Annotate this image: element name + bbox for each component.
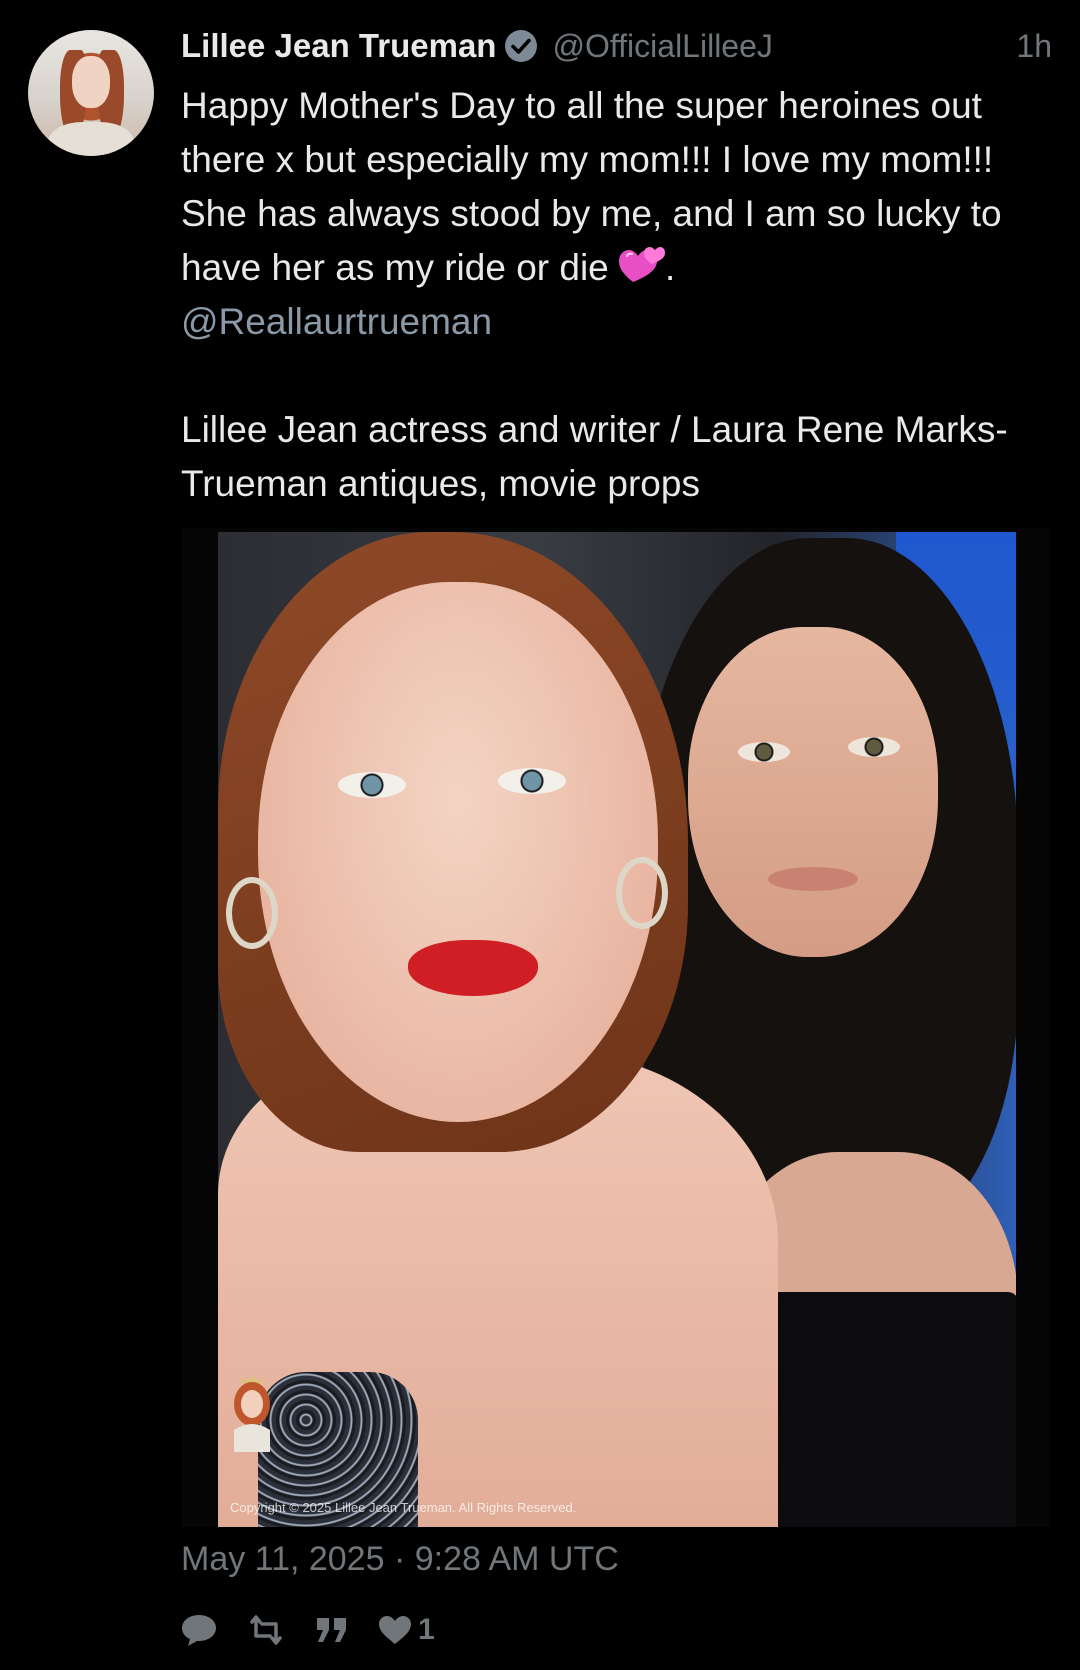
photo-earring-right [616,857,668,929]
tweet-text-paragraph-1: Happy Mother's Day to all the super hero… [181,79,1061,295]
action-bar: 1 [180,1610,463,1650]
watermark-text: Copyright © 2025 Lillee Jean Trueman. Al… [230,1500,577,1515]
verified-badge-icon [504,29,538,63]
photo-person-1-eye-left [338,772,406,798]
tweet-body: Happy Mother's Day to all the super hero… [181,79,1061,511]
photo-person-2-eye-right [848,737,900,757]
photo-earring-left [226,877,278,949]
tweet-text-period: . [665,247,676,288]
retweet-icon [250,1615,282,1645]
reply-button[interactable] [180,1612,218,1648]
photo-person-1-lips [408,940,538,996]
like-button[interactable]: 1 [378,1613,435,1647]
photo-person-2-top [738,1292,1016,1527]
quote-button[interactable] [314,1615,350,1645]
mention-link[interactable]: @Reallaurtrueman [181,301,492,342]
tweet-photo[interactable]: Copyright © 2025 Lillee Jean Trueman. Al… [181,528,1050,1527]
photo-person-1-face [258,582,658,1122]
tweet-text-main: Happy Mother's Day to all the super hero… [181,85,1002,288]
photo-image: Copyright © 2025 Lillee Jean Trueman. Al… [218,532,1016,1527]
photo-person-2-eye-left [738,742,790,762]
photo-person-2-lips [768,867,858,891]
tweet-header: Lillee Jean Trueman @OfficialLilleeJ 1h [181,22,1052,70]
time-ago[interactable]: 1h [1016,28,1052,65]
heart-icon [379,1616,411,1644]
two-hearts-icon [619,244,666,286]
user-handle[interactable]: @OfficialLilleeJ [552,28,772,65]
avatar-body [48,122,134,156]
watermark-logo [228,1372,276,1452]
display-name[interactable]: Lillee Jean Trueman [181,27,496,65]
tweet-mention-paragraph: @Reallaurtrueman [181,295,1061,349]
photo-person-2-face [688,627,938,957]
speech-bubble-icon [182,1615,216,1646]
avatar-face [72,56,110,108]
retweet-button[interactable] [246,1614,286,1646]
quote-icon [317,1618,346,1642]
photo-person-1-eye-right [498,768,566,794]
tweet-text-paragraph-2: Lillee Jean actress and writer / Laura R… [181,409,1008,504]
tweet-timestamp[interactable]: May 11, 2025 · 9:28 AM UTC [181,1540,619,1579]
avatar[interactable] [28,30,154,156]
like-count: 1 [418,1613,435,1646]
